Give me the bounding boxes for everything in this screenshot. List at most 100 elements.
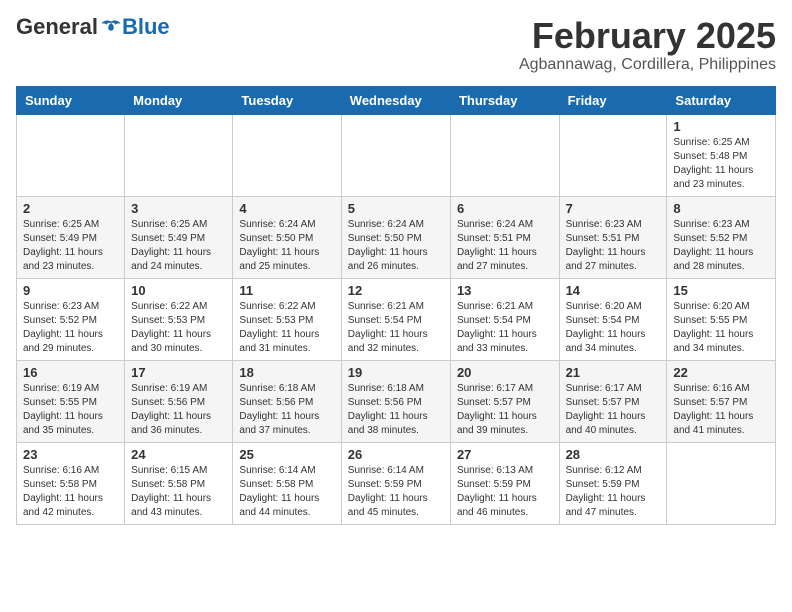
day-info: Sunrise: 6:23 AM Sunset: 5:52 PM Dayligh… [673, 218, 769, 274]
day-cell: 23Sunrise: 6:16 AM Sunset: 5:58 PM Dayli… [17, 442, 125, 524]
day-cell: 26 Sunrise: 6:14 AM Sunset: 5:59 PM Dayli… [341, 442, 450, 524]
month-title: February 2025 [519, 16, 776, 56]
day-number: 7 [566, 201, 661, 216]
day-number: 13 [457, 283, 553, 298]
day-cell [450, 114, 559, 196]
day-cell: 27 Sunrise: 6:13 AM Sunset: 5:59 PM Dayli… [450, 442, 559, 524]
day-number: 1 [673, 119, 769, 134]
day-number: 4 [239, 201, 334, 216]
day-info: Sunrise: 6:20 AM Sunset: 5:54 PM Dayligh… [566, 300, 661, 356]
page-header: General Blue February 2025 Agbannawag, C… [16, 16, 776, 74]
weekday-header-wednesday: Wednesday [341, 86, 450, 114]
day-info: Sunrise: 6:15 AM Sunset: 5:58 PM Dayligh… [131, 464, 226, 520]
location-title: Agbannawag, Cordillera, Philippines [519, 56, 776, 74]
day-number: 14 [566, 283, 661, 298]
day-cell: 8 Sunrise: 6:23 AM Sunset: 5:52 PM Daylig… [667, 196, 776, 278]
day-number: 24 [131, 447, 226, 462]
day-info: Sunrise: 6:18 AM Sunset: 5:56 PM Dayligh… [239, 382, 334, 438]
day-cell: 13 Sunrise: 6:21 AM Sunset: 5:54 PM Dayli… [450, 278, 559, 360]
day-info: Sunrise: 6:21 AM Sunset: 5:54 PM Dayligh… [348, 300, 444, 356]
day-info: Sunrise: 6:17 AM Sunset: 5:57 PM Dayligh… [457, 382, 553, 438]
weekday-header-monday: Monday [125, 86, 233, 114]
day-cell: 25 Sunrise: 6:14 AM Sunset: 5:58 PM Dayli… [233, 442, 341, 524]
day-cell [125, 114, 233, 196]
day-cell: 2 Sunrise: 6:25 AM Sunset: 5:49 PM Daylig… [17, 196, 125, 278]
day-info: Sunrise: 6:13 AM Sunset: 5:59 PM Dayligh… [457, 464, 553, 520]
day-info: Sunrise: 6:20 AM Sunset: 5:55 PM Dayligh… [673, 300, 769, 356]
day-cell: 20 Sunrise: 6:17 AM Sunset: 5:57 PM Dayli… [450, 360, 559, 442]
day-cell: 9 Sunrise: 6:23 AM Sunset: 5:52 PM Daylig… [17, 278, 125, 360]
day-info: Sunrise: 6:24 AM Sunset: 5:50 PM Dayligh… [239, 218, 334, 274]
day-cell: 21Sunrise: 6:17 AM Sunset: 5:57 PM Dayli… [559, 360, 667, 442]
day-cell: 28 Sunrise: 6:12 AM Sunset: 5:59 PM Dayli… [559, 442, 667, 524]
day-number: 2 [23, 201, 118, 216]
week-row-5: 23Sunrise: 6:16 AM Sunset: 5:58 PM Dayli… [17, 442, 776, 524]
week-row-3: 9 Sunrise: 6:23 AM Sunset: 5:52 PM Daylig… [17, 278, 776, 360]
day-info: Sunrise: 6:12 AM Sunset: 5:59 PM Dayligh… [566, 464, 661, 520]
day-cell: 11 Sunrise: 6:22 AM Sunset: 5:53 PM Dayli… [233, 278, 341, 360]
calendar-table: SundayMondayTuesdayWednesdayThursdayFrid… [16, 86, 776, 525]
day-cell [667, 442, 776, 524]
day-cell: 17 Sunrise: 6:19 AM Sunset: 5:56 PM Dayli… [125, 360, 233, 442]
week-row-4: 16Sunrise: 6:19 AM Sunset: 5:55 PM Dayli… [17, 360, 776, 442]
week-row-1: 1Sunrise: 6:25 AM Sunset: 5:48 PM Daylig… [17, 114, 776, 196]
day-info: Sunrise: 6:24 AM Sunset: 5:50 PM Dayligh… [348, 218, 444, 274]
weekday-header-sunday: Sunday [17, 86, 125, 114]
weekday-header-tuesday: Tuesday [233, 86, 341, 114]
day-cell [233, 114, 341, 196]
logo-blue-text: Blue [122, 16, 170, 38]
week-row-2: 2 Sunrise: 6:25 AM Sunset: 5:49 PM Daylig… [17, 196, 776, 278]
day-number: 8 [673, 201, 769, 216]
day-cell: 4 Sunrise: 6:24 AM Sunset: 5:50 PM Daylig… [233, 196, 341, 278]
day-cell: 14 Sunrise: 6:20 AM Sunset: 5:54 PM Dayli… [559, 278, 667, 360]
day-number: 25 [239, 447, 334, 462]
day-number: 3 [131, 201, 226, 216]
day-info: Sunrise: 6:19 AM Sunset: 5:56 PM Dayligh… [131, 382, 226, 438]
day-info: Sunrise: 6:19 AM Sunset: 5:55 PM Dayligh… [23, 382, 118, 438]
day-info: Sunrise: 6:16 AM Sunset: 5:58 PM Dayligh… [23, 464, 118, 520]
day-info: Sunrise: 6:14 AM Sunset: 5:59 PM Dayligh… [348, 464, 444, 520]
day-number: 28 [566, 447, 661, 462]
day-number: 12 [348, 283, 444, 298]
day-info: Sunrise: 6:23 AM Sunset: 5:52 PM Dayligh… [23, 300, 118, 356]
day-cell [17, 114, 125, 196]
day-number: 6 [457, 201, 553, 216]
day-number: 9 [23, 283, 118, 298]
day-number: 11 [239, 283, 334, 298]
day-cell: 16Sunrise: 6:19 AM Sunset: 5:55 PM Dayli… [17, 360, 125, 442]
day-info: Sunrise: 6:24 AM Sunset: 5:51 PM Dayligh… [457, 218, 553, 274]
day-number: 27 [457, 447, 553, 462]
day-info: Sunrise: 6:18 AM Sunset: 5:56 PM Dayligh… [348, 382, 444, 438]
day-number: 17 [131, 365, 226, 380]
day-info: Sunrise: 6:14 AM Sunset: 5:58 PM Dayligh… [239, 464, 334, 520]
weekday-header-friday: Friday [559, 86, 667, 114]
day-number: 21 [566, 365, 661, 380]
day-number: 20 [457, 365, 553, 380]
day-cell: 10 Sunrise: 6:22 AM Sunset: 5:53 PM Dayli… [125, 278, 233, 360]
day-cell: 22Sunrise: 6:16 AM Sunset: 5:57 PM Dayli… [667, 360, 776, 442]
weekday-header-thursday: Thursday [450, 86, 559, 114]
day-cell: 5 Sunrise: 6:24 AM Sunset: 5:50 PM Daylig… [341, 196, 450, 278]
day-info: Sunrise: 6:21 AM Sunset: 5:54 PM Dayligh… [457, 300, 553, 356]
day-number: 19 [348, 365, 444, 380]
day-info: Sunrise: 6:25 AM Sunset: 5:49 PM Dayligh… [131, 218, 226, 274]
day-number: 5 [348, 201, 444, 216]
day-info: Sunrise: 6:22 AM Sunset: 5:53 PM Dayligh… [131, 300, 226, 356]
day-cell: 3 Sunrise: 6:25 AM Sunset: 5:49 PM Daylig… [125, 196, 233, 278]
logo-bird-icon [100, 16, 122, 38]
day-info: Sunrise: 6:22 AM Sunset: 5:53 PM Dayligh… [239, 300, 334, 356]
day-cell: 6 Sunrise: 6:24 AM Sunset: 5:51 PM Daylig… [450, 196, 559, 278]
day-number: 26 [348, 447, 444, 462]
weekday-header-saturday: Saturday [667, 86, 776, 114]
day-number: 10 [131, 283, 226, 298]
day-info: Sunrise: 6:16 AM Sunset: 5:57 PM Dayligh… [673, 382, 769, 438]
day-number: 15 [673, 283, 769, 298]
day-info: Sunrise: 6:25 AM Sunset: 5:49 PM Dayligh… [23, 218, 118, 274]
day-cell: 15 Sunrise: 6:20 AM Sunset: 5:55 PM Dayli… [667, 278, 776, 360]
day-cell: 7Sunrise: 6:23 AM Sunset: 5:51 PM Daylig… [559, 196, 667, 278]
day-cell: 18Sunrise: 6:18 AM Sunset: 5:56 PM Dayli… [233, 360, 341, 442]
day-cell: 24 Sunrise: 6:15 AM Sunset: 5:58 PM Dayli… [125, 442, 233, 524]
day-cell [559, 114, 667, 196]
title-block: February 2025 Agbannawag, Cordillera, Ph… [519, 16, 776, 74]
weekday-header-row: SundayMondayTuesdayWednesdayThursdayFrid… [17, 86, 776, 114]
